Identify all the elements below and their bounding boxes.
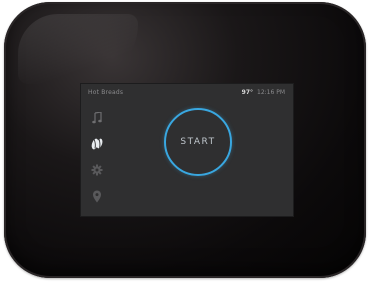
device-bezel: Hot Breads 97° 12:16 PM START [4,2,366,278]
temperature-readout: 97° [241,89,253,96]
side-nav [89,110,107,214]
status-bar: 97° 12:16 PM [242,89,285,96]
location-nav-button[interactable] [89,188,105,204]
status-label: Hot Breads [88,89,124,96]
music-nav-button[interactable] [89,110,105,126]
start-button-label: START [180,137,216,147]
location-pin-icon [93,190,101,202]
touch-screen: Hot Breads 97° 12:16 PM START [81,84,293,216]
coffee-bean-icon [91,138,103,150]
music-note-icon [92,112,102,124]
settings-nav-button[interactable] [89,162,105,178]
clock: 12:16 PM [257,89,285,96]
beans-nav-button[interactable] [89,136,105,152]
gear-icon [91,164,103,176]
start-button[interactable]: START [164,108,232,176]
